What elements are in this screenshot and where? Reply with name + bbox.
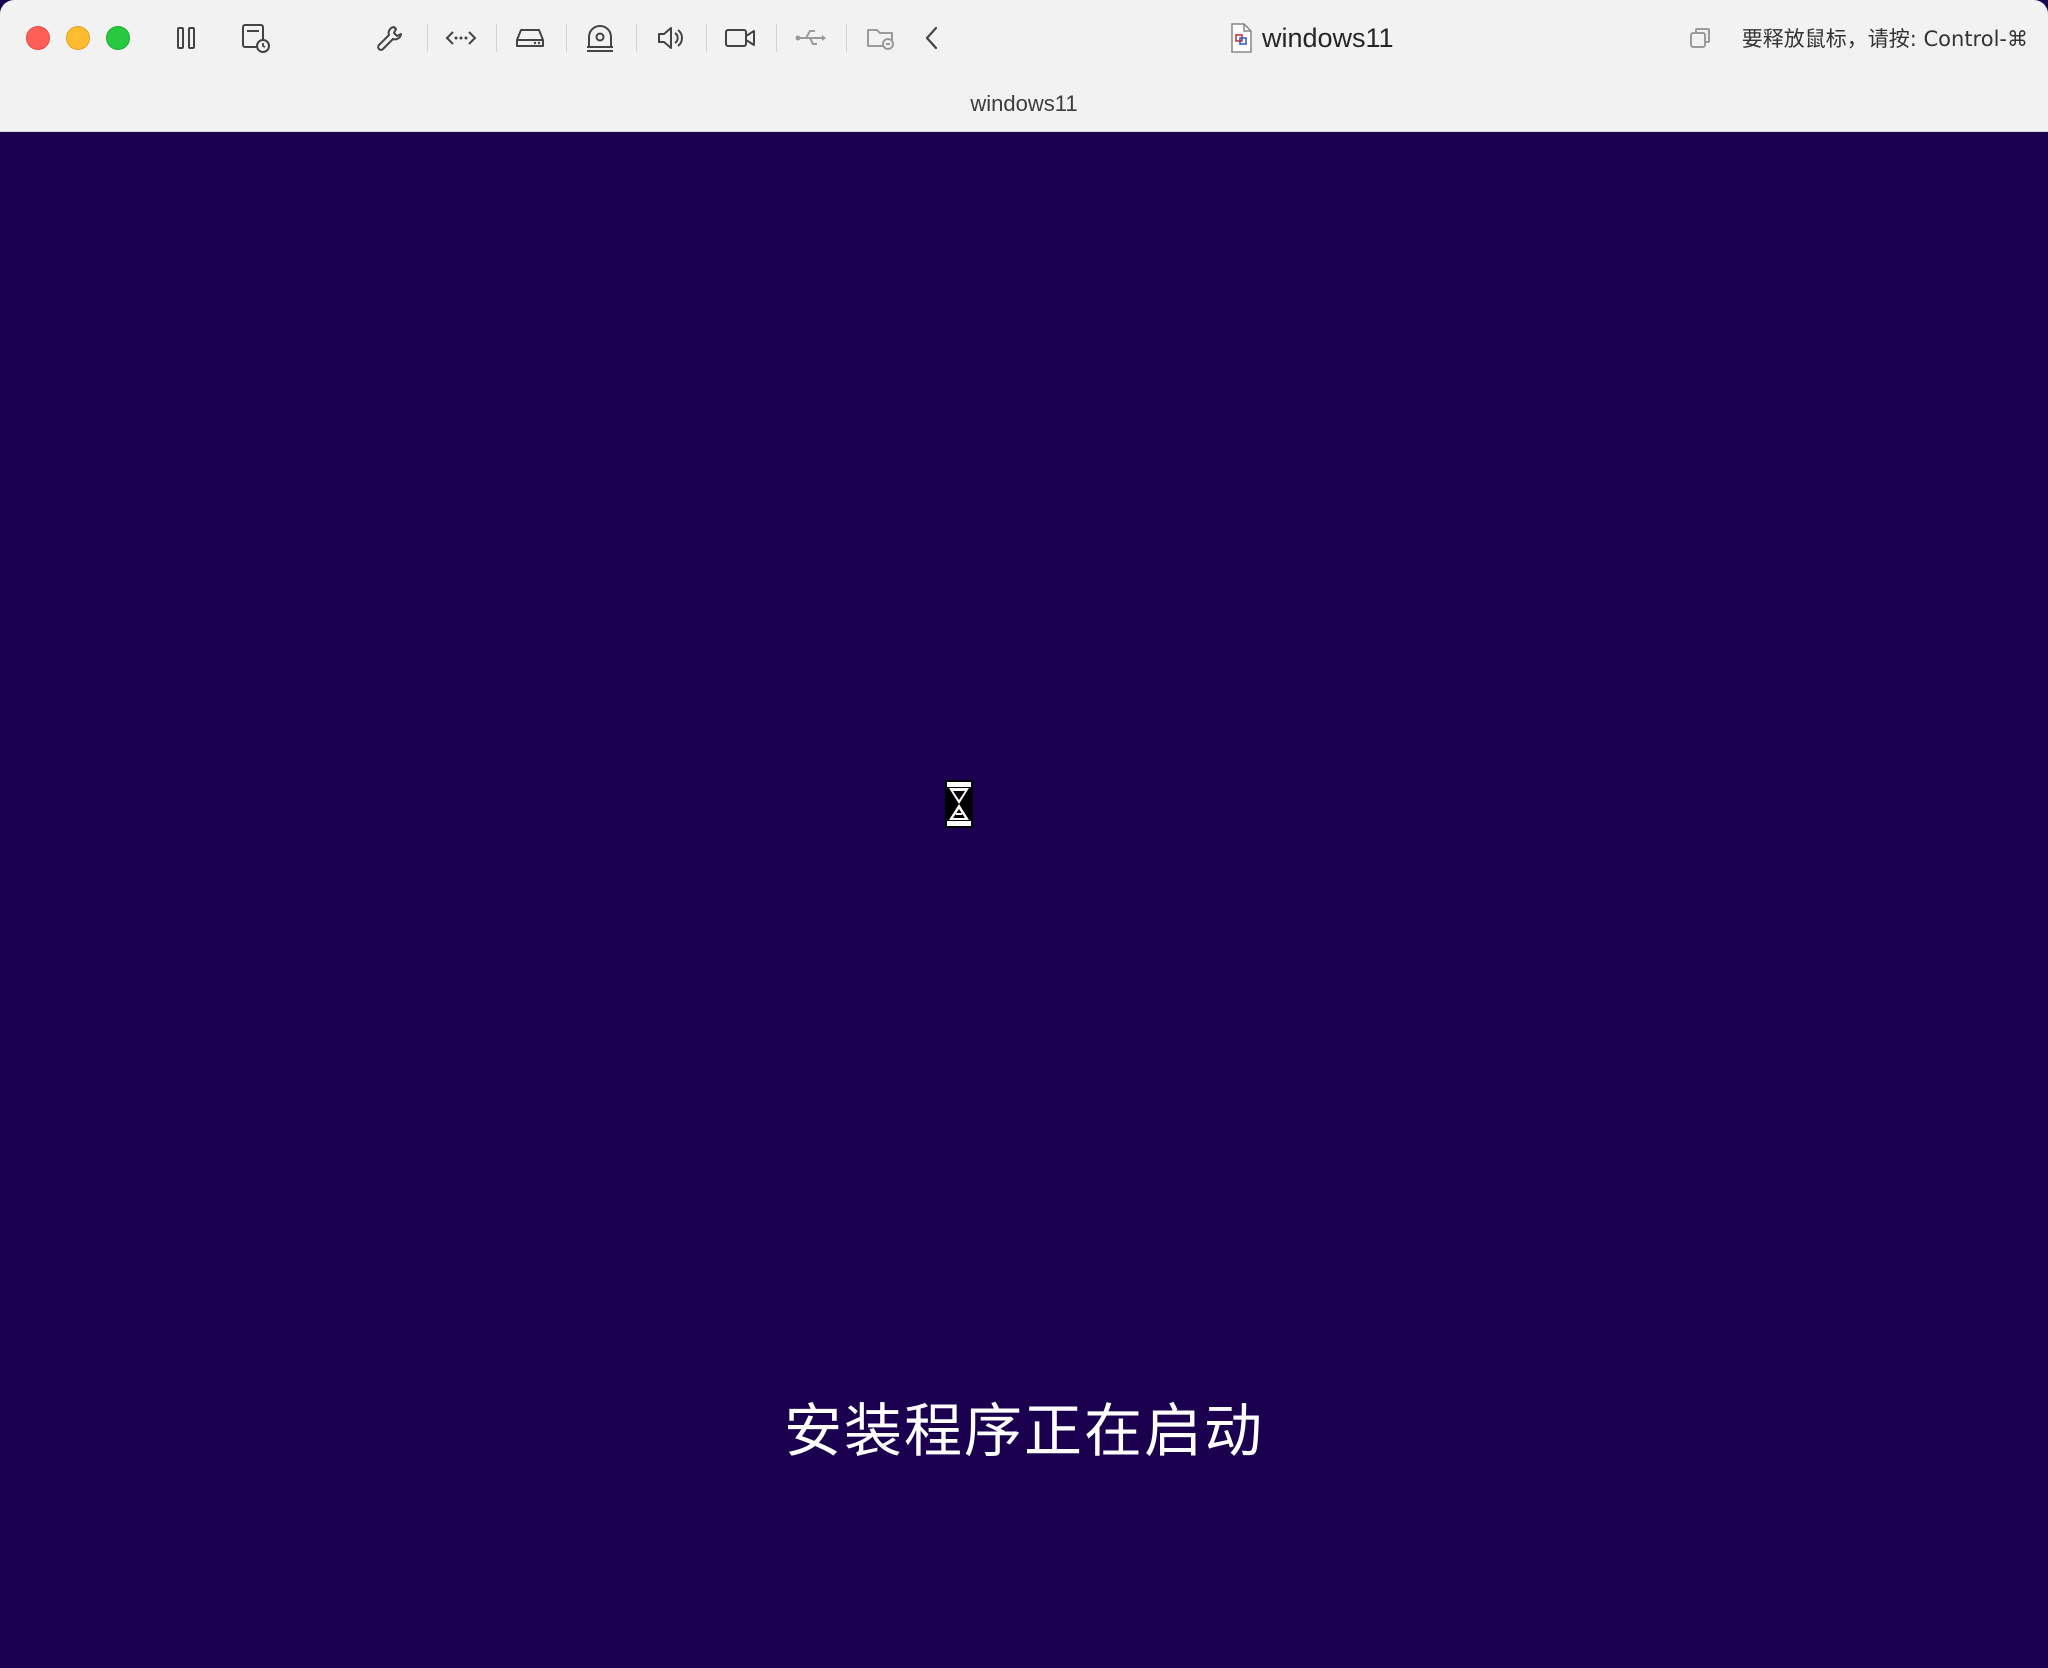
settings-wrench-icon — [375, 23, 405, 53]
tab-title[interactable]: windows11 — [970, 91, 1077, 116]
toolbar-separator — [846, 24, 847, 52]
vm-window: windows11 要释放鼠标，请按: Control-⌘ windows11 — [0, 0, 2048, 1668]
tab-bar: windows11 — [0, 86, 2048, 122]
close-window-button[interactable] — [26, 26, 50, 50]
shared-folder-icon — [866, 24, 898, 52]
hourglass-icon — [944, 779, 974, 829]
window-restore-button[interactable] — [1680, 18, 1720, 58]
hard-disk-icon — [515, 26, 545, 50]
cd-dvd-button[interactable] — [580, 18, 620, 58]
setup-starting-text: 安装程序正在启动 — [783, 1397, 1264, 1465]
pause-button[interactable] — [166, 18, 206, 58]
release-mouse-hint: 要释放鼠标，请按: Control-⌘ — [1680, 20, 2028, 56]
release-mouse-hint-text: 要释放鼠标，请按: Control-⌘ — [1741, 27, 2028, 51]
pause-icon — [173, 25, 199, 51]
vm-display[interactable]: 安装程序正在启动 — [0, 132, 2048, 1668]
cd-dvd-icon — [585, 23, 615, 53]
shared-folder-button[interactable] — [862, 18, 902, 58]
sound-button[interactable] — [650, 18, 690, 58]
window-restore-icon — [1689, 28, 1710, 48]
toolbar-separator — [636, 24, 637, 52]
usb-icon — [794, 27, 826, 49]
zoom-window-button[interactable] — [106, 26, 130, 50]
window-title-text: windows11 — [1262, 22, 1394, 53]
minimize-window-button[interactable] — [66, 26, 90, 50]
snapshot-icon — [240, 22, 272, 54]
toolbar-separator — [706, 24, 707, 52]
usb-button[interactable] — [790, 18, 830, 58]
toolbar-separator — [496, 24, 497, 52]
camera-button[interactable] — [720, 18, 760, 58]
vm-document-icon — [1230, 23, 1252, 53]
network-button[interactable] — [441, 18, 481, 58]
toolbar-separator — [566, 24, 567, 52]
window-title: windows11 — [1230, 20, 1394, 56]
toolbar-separator — [427, 24, 428, 52]
collapse-toolbar-button[interactable] — [912, 18, 952, 58]
settings-button[interactable] — [370, 18, 410, 58]
hard-disk-button[interactable] — [510, 18, 550, 58]
snapshot-button[interactable] — [236, 18, 276, 58]
collapse-chevron-icon — [922, 25, 942, 51]
camera-icon — [724, 26, 756, 50]
sound-icon — [655, 24, 685, 52]
toolbar-separator — [776, 24, 777, 52]
network-icon — [445, 28, 477, 48]
toolbar: windows11 要释放鼠标，请按: Control-⌘ — [0, 0, 2048, 76]
title-bar: windows11 要释放鼠标，请按: Control-⌘ windows11 — [0, 0, 2048, 132]
